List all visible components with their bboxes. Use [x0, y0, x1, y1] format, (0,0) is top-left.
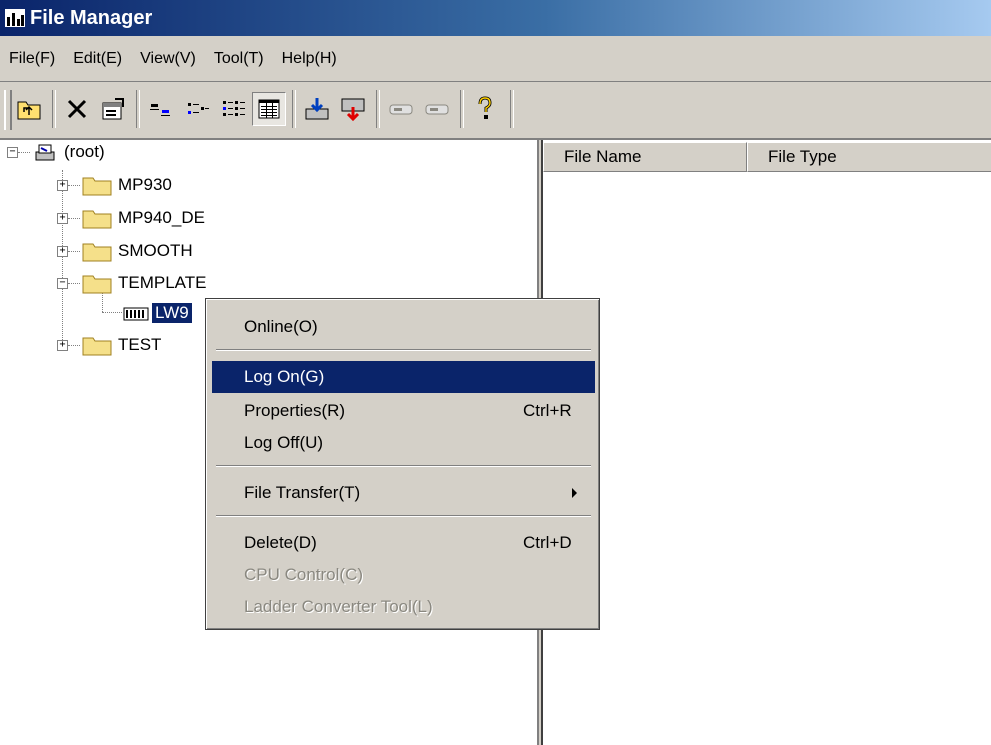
small-icons-icon	[188, 103, 209, 114]
toolbar-separator	[292, 90, 296, 128]
large-icons-button[interactable]	[144, 92, 178, 126]
expand-toggle[interactable]: +	[57, 340, 68, 351]
help-button[interactable]	[468, 92, 502, 126]
details-view-icon	[258, 99, 280, 119]
tree-line	[68, 251, 80, 252]
tree-line	[68, 185, 80, 186]
file-manager-app-icon	[5, 9, 25, 27]
menu-view[interactable]: View(V)	[131, 50, 205, 68]
collapse-root-toggle[interactable]: −	[7, 147, 18, 158]
delete-button[interactable]	[60, 92, 94, 126]
menu-item-file-transfer[interactable]: File Transfer(T)	[212, 477, 595, 509]
folder-icon	[82, 210, 112, 229]
controller-icon	[123, 307, 149, 321]
file-list-pane[interactable]: File Name File Type	[541, 140, 991, 745]
folder-icon	[82, 243, 112, 262]
toolbar-grip[interactable]	[4, 90, 12, 130]
menu-item-cpu-control: CPU Control(C)	[244, 565, 364, 584]
toolbar-separator	[136, 90, 140, 128]
tree-line	[68, 283, 80, 284]
tree-item-label: TEMPLATE	[118, 273, 207, 292]
collapse-toggle[interactable]: −	[57, 278, 68, 289]
properties-icon	[102, 98, 124, 120]
tree-item-lw9[interactable]: LW9	[122, 298, 192, 328]
toolbar-separator	[460, 90, 464, 128]
tree-line	[102, 312, 122, 313]
connect-button	[384, 92, 418, 126]
tree-line	[62, 170, 63, 346]
tree-line	[68, 345, 80, 346]
delete-icon	[67, 99, 87, 119]
toolbar	[0, 82, 991, 140]
shortcut-label: Ctrl+D	[523, 533, 572, 552]
menu-item-delete[interactable]: Delete(D) Ctrl+D	[212, 527, 595, 559]
tree-item-test[interactable]: TEST	[82, 330, 161, 360]
download-icon	[305, 98, 329, 120]
menu-item-properties[interactable]: Properties(R) Ctrl+R	[212, 395, 595, 427]
properties-button[interactable]	[96, 92, 130, 126]
menu-item-log-on[interactable]: Log On(G)	[212, 361, 595, 393]
expand-toggle[interactable]: +	[57, 213, 68, 224]
menu-help[interactable]: Help(H)	[273, 50, 346, 68]
menu-edit[interactable]: Edit(E)	[64, 50, 131, 68]
menu-item-ladder-converter-tool: Ladder Converter Tool(L)	[244, 597, 433, 616]
download-button[interactable]	[300, 92, 334, 126]
tree-item-root[interactable]: (root)	[32, 137, 105, 167]
menu-file[interactable]: File(F)	[0, 50, 64, 68]
menu-bar: File(F) Edit(E) View(V) Tool(T) Help(H)	[0, 36, 991, 83]
tree-line	[18, 152, 30, 153]
window-title: File Manager	[30, 6, 153, 29]
title-bar: File Manager	[0, 0, 991, 36]
connect-icon	[389, 104, 413, 115]
details-view-button[interactable]	[252, 92, 286, 126]
menu-separator	[216, 515, 591, 517]
context-menu: Online(O) Log On(G) Properties(R) Ctrl+R…	[205, 298, 600, 630]
tree-item-label: SMOOTH	[118, 241, 193, 260]
expand-toggle[interactable]: +	[57, 246, 68, 257]
menu-tool[interactable]: Tool(T)	[205, 50, 273, 68]
toolbar-separator	[376, 90, 380, 128]
toolbar-separator	[510, 90, 514, 128]
menu-item-online[interactable]: Online(O)	[212, 311, 595, 343]
tree-item-label: TEST	[118, 335, 162, 354]
upload-button[interactable]	[336, 92, 370, 126]
tree-item-mp940-de[interactable]: MP940_DE	[82, 203, 205, 233]
disconnect-icon	[425, 104, 449, 115]
tree-item-label: (root)	[64, 142, 105, 161]
menu-separator	[216, 465, 591, 467]
list-view-button[interactable]	[216, 92, 250, 126]
folder-icon	[82, 177, 112, 196]
tree-item-template[interactable]: TEMPLATE	[82, 268, 206, 298]
disconnect-button	[420, 92, 454, 126]
up-folder-icon	[17, 101, 41, 120]
upload-icon	[341, 98, 365, 122]
tree-item-label: MP930	[118, 175, 172, 194]
column-header-file-type[interactable]: File Type	[747, 142, 991, 172]
submenu-arrow-icon	[572, 488, 577, 498]
menu-separator	[216, 349, 591, 351]
list-view-icon	[223, 101, 245, 116]
shortcut-label: Ctrl+R	[523, 401, 572, 420]
folder-icon	[82, 337, 112, 356]
tree-line	[68, 218, 80, 219]
tree-item-label: MP940_DE	[118, 208, 205, 227]
tree-item-mp930[interactable]: MP930	[82, 170, 172, 200]
up-folder-button[interactable]	[12, 92, 46, 126]
large-icons-icon	[150, 104, 170, 116]
tree-item-smooth[interactable]: SMOOTH	[82, 236, 193, 266]
menu-item-log-off[interactable]: Log Off(U)	[212, 427, 595, 459]
help-icon	[478, 96, 492, 119]
small-icons-button[interactable]	[180, 92, 214, 126]
column-header-file-name[interactable]: File Name	[543, 142, 747, 172]
computer-icon	[35, 144, 55, 161]
expand-toggle[interactable]: +	[57, 180, 68, 191]
tree-item-label: LW9	[152, 303, 192, 323]
folder-open-icon	[82, 275, 112, 294]
toolbar-separator	[52, 90, 56, 128]
